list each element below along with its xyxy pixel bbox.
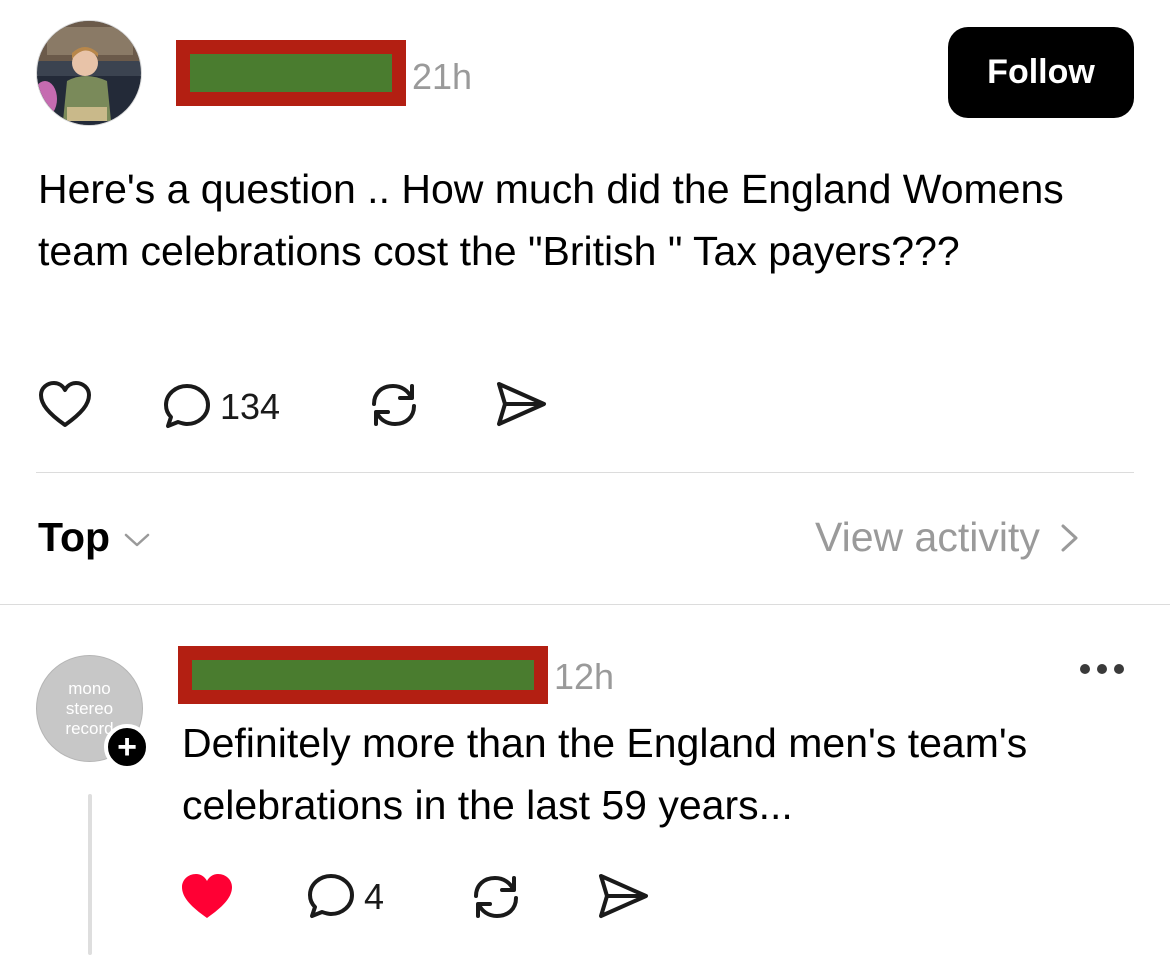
- reply-time: 12h: [554, 656, 615, 697]
- comment-button[interactable]: 134: [162, 382, 280, 432]
- post-text: Here's a question .. How much did the En…: [38, 166, 1064, 274]
- follow-plus-badge[interactable]: +: [104, 724, 150, 770]
- share-button[interactable]: [494, 378, 548, 430]
- reply-comment-button[interactable]: 4: [306, 872, 384, 922]
- section-divider: [36, 472, 1134, 473]
- author-avatar[interactable]: [36, 20, 142, 126]
- comment-bubble-icon: [164, 384, 210, 428]
- avatar-text-line: stereo: [65, 698, 114, 718]
- more-dots-icon: [1080, 664, 1090, 674]
- chevron-down-icon: [124, 533, 150, 546]
- heart-icon: [39, 381, 91, 427]
- follow-button[interactable]: Follow: [948, 27, 1134, 118]
- post-time: 21h: [412, 56, 473, 97]
- more-options-button[interactable]: [1080, 664, 1124, 674]
- avatar-photo: [37, 21, 141, 125]
- reply-repost-button[interactable]: [468, 870, 524, 922]
- repost-button[interactable]: [366, 378, 422, 430]
- more-dots-icon: [1097, 664, 1107, 674]
- username-redacted: [176, 40, 406, 106]
- comment-count: 134: [220, 386, 281, 427]
- view-activity-link[interactable]: View activity: [815, 514, 1082, 561]
- heart-icon-filled: [182, 874, 232, 918]
- chevron-right-icon: [1061, 524, 1078, 551]
- reply-username-redacted: [178, 646, 548, 704]
- reply-comment-count: 4: [364, 876, 385, 917]
- comment-bubble-icon: [308, 874, 354, 918]
- plus-icon: +: [117, 728, 137, 766]
- reply-like-button[interactable]: [180, 872, 234, 922]
- like-button[interactable]: [38, 380, 92, 430]
- view-activity-label: View activity: [815, 514, 1040, 560]
- repost-icon: [372, 383, 416, 427]
- reply-share-button[interactable]: [596, 870, 650, 922]
- avatar-text-line: mono: [68, 678, 111, 698]
- sort-label: Top: [38, 514, 111, 560]
- sort-dropdown[interactable]: Top: [38, 514, 152, 561]
- full-divider: [0, 604, 1170, 605]
- thread-line: [88, 794, 92, 955]
- repost-icon: [474, 875, 518, 919]
- reply-text: Definitely more than the England men's t…: [182, 720, 1028, 828]
- send-icon: [497, 382, 546, 426]
- send-icon: [599, 874, 648, 918]
- more-dots-icon: [1114, 664, 1124, 674]
